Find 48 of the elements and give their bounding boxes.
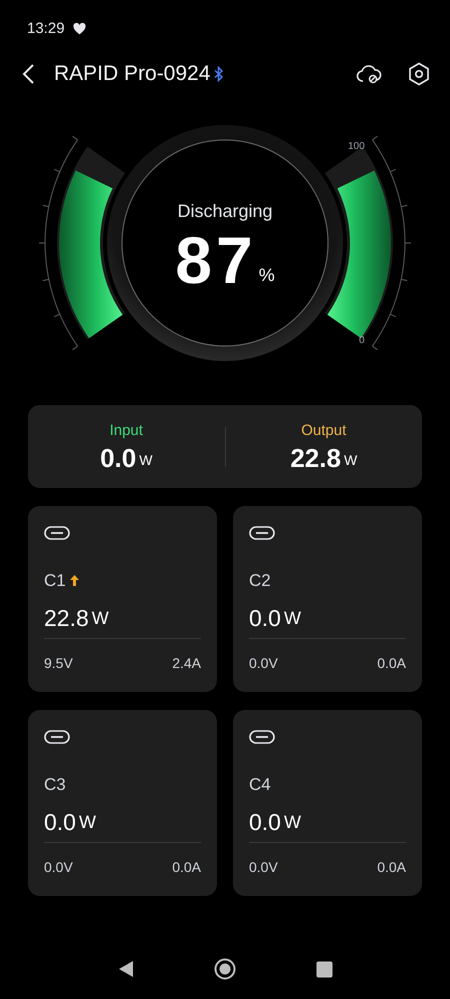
port-voltage: 0.0V (249, 858, 278, 876)
port-card[interactable]: C3 0.0 W 0.0V 0.0A (28, 710, 217, 896)
power-unit: W (92, 606, 109, 630)
port-current: 0.0A (172, 858, 201, 876)
nav-back-icon[interactable] (118, 960, 134, 978)
port-voltage: 0.0V (249, 654, 278, 672)
settings-icon[interactable] (408, 62, 430, 86)
battery-percent: 87 (175, 227, 257, 293)
port-power: 0.0 (249, 808, 281, 836)
port-voltage: 0.0V (44, 858, 73, 876)
power-unit: W (284, 810, 301, 834)
cloud-icon[interactable] (356, 63, 382, 85)
heart-icon (72, 23, 86, 35)
port-card[interactable]: C2 0.0 W 0.0V 0.0A (233, 506, 422, 692)
power-unit: W (284, 606, 301, 630)
port-card[interactable]: C1 22.8W 9.5V 2.4A (28, 506, 217, 692)
scale-max-label: 100 (348, 140, 365, 154)
usb-c-port-icon (44, 730, 70, 744)
port-power: 0.0 (44, 808, 76, 836)
usb-c-port-icon (44, 526, 70, 540)
port-name: C3 (44, 774, 66, 796)
nav-recents-icon[interactable] (316, 960, 332, 978)
scale-min-label: 0 (359, 334, 365, 348)
port-power: 22.8 (44, 604, 89, 632)
port-name: C4 (249, 774, 271, 796)
power-value: 0.0 (100, 442, 136, 473)
power-value: 22.8 (290, 442, 341, 473)
port-voltage: 9.5V (44, 654, 73, 672)
nav-home-icon[interactable] (214, 958, 236, 980)
usb-c-port-icon (249, 730, 275, 744)
power-unit: W (78, 810, 96, 834)
port-card[interactable]: C4 0.0 W 0.0V 0.0A (233, 710, 422, 896)
percent-unit: % (258, 264, 275, 287)
device-title: RAPID Pro-0924 (54, 61, 210, 88)
power-label: Output (301, 421, 346, 442)
port-name: C2 (249, 570, 271, 592)
back-icon[interactable] (20, 63, 36, 85)
status-label: Discharging (177, 200, 273, 223)
port-current: 0.0A (377, 654, 406, 672)
port-power: 0.0 (249, 604, 281, 632)
port-current: 0.0A (377, 858, 406, 876)
usb-c-port-icon (249, 526, 275, 540)
power-unit: W (344, 450, 358, 470)
port-name: C1 (44, 570, 66, 592)
status-time: 13:29 (27, 18, 65, 39)
power-label: Input (110, 421, 143, 442)
power-unit: W (139, 450, 152, 470)
port-current: 2.4A (172, 654, 201, 672)
